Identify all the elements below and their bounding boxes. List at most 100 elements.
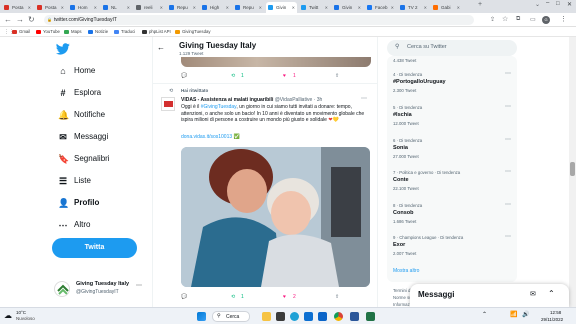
maximize-icon[interactable]: □ [556, 1, 560, 7]
browser-tab[interactable]: Faceb ✕ [365, 2, 396, 13]
close-tab-icon[interactable]: ✕ [160, 2, 163, 13]
forward-icon[interactable]: → [16, 15, 24, 25]
task-view-icon[interactable] [276, 312, 285, 321]
network-icon[interactable]: 📶 [510, 311, 517, 318]
volume-icon[interactable]: 🔊 [522, 311, 529, 318]
reload-icon[interactable]: ↻ [28, 15, 35, 25]
close-tab-icon[interactable]: ✕ [226, 2, 229, 13]
scrollbar-thumb[interactable] [570, 162, 575, 176]
expand-icon[interactable]: ⌃ [548, 289, 555, 298]
taskbar-time[interactable]: 12:58 [550, 310, 561, 315]
close-tab-icon[interactable]: ✕ [94, 2, 97, 13]
show-more-link[interactable]: Mostra altro [393, 268, 419, 274]
browser-tab[interactable]: Givin ✕ [266, 2, 297, 13]
edge-icon[interactable] [290, 312, 299, 321]
excel-icon[interactable] [366, 312, 375, 321]
reply-icon[interactable]: 💬 [181, 294, 187, 300]
trend-more-icon[interactable]: ⋯ [505, 233, 511, 240]
weather-icon[interactable]: ☁ [4, 311, 12, 320]
close-tab-icon[interactable]: ✕ [325, 2, 328, 13]
retweet-icon[interactable]: ⟲ [231, 294, 235, 300]
close-tab-icon[interactable]: ✕ [61, 2, 64, 13]
browser-tab[interactable]: Hom ✕ [68, 2, 99, 13]
trend-title[interactable]: Exor [393, 242, 405, 248]
minimize-icon[interactable]: – [546, 0, 549, 6]
browser-tab[interactable]: reeli ✕ [134, 2, 165, 13]
account-switcher[interactable]: Giving Tuesday Italy @GivingTuesdayIT ⋯ [52, 278, 147, 302]
close-tab-icon[interactable]: ✕ [28, 2, 31, 13]
tweet-handle[interactable]: @VidasPalliative [275, 97, 313, 103]
trend-more-icon[interactable]: ⋯ [505, 168, 511, 175]
browser-tab[interactable]: Givin ✕ [332, 2, 363, 13]
trend-more-icon[interactable]: ⋯ [505, 201, 511, 208]
back-arrow-icon[interactable]: ← [157, 43, 165, 52]
browser-tab[interactable]: NL ✕ [101, 2, 132, 13]
url-field[interactable]: 🔒 twitter.com/GivingTuesdayIT [44, 15, 474, 25]
browser-tab[interactable]: Gabi ✕ [431, 2, 462, 13]
trend-title[interactable]: Conte [393, 177, 409, 183]
share-icon[interactable]: ⇧ [335, 294, 339, 300]
star-icon[interactable]: ☆ [502, 15, 508, 23]
tweet-author[interactable]: VIDAS - Assistenza ai malati inguaribili [181, 97, 273, 103]
browser-tab[interactable]: TV 2 ✕ [398, 2, 429, 13]
file-explorer-icon[interactable] [262, 312, 271, 321]
close-window-icon[interactable]: ✕ [567, 1, 572, 8]
bookmark-item[interactable]: Gmail [12, 27, 30, 37]
taskbar-search[interactable]: ⚲ Cerca [212, 311, 250, 322]
messages-drawer[interactable]: Messaggi ✉ ⌃ [410, 284, 569, 307]
tray-chevron-icon[interactable]: ⌃ [482, 311, 487, 318]
menu-icon[interactable]: ⋮ [560, 15, 567, 23]
vidas-avatar[interactable] [161, 97, 175, 111]
share-icon[interactable]: ⇧ [335, 73, 339, 79]
hashtag-link[interactable]: #GivingTuesday [201, 104, 237, 110]
trend-title[interactable]: Consob [393, 210, 413, 216]
bookmark-item[interactable]: phpList API [142, 27, 171, 37]
tweet-button[interactable]: Twitta [52, 238, 137, 258]
tweet-photo[interactable] [181, 147, 370, 287]
browser-tab[interactable]: Posta ✕ [2, 2, 33, 13]
store-icon[interactable] [304, 312, 313, 321]
footer-terms[interactable]: Termini di [393, 288, 411, 293]
trend-more-icon[interactable]: ⋯ [505, 136, 511, 143]
close-tab-icon[interactable]: ✕ [259, 2, 262, 13]
tweet-time[interactable]: · 3h [314, 97, 323, 103]
trend-more-icon[interactable]: ⋯ [505, 103, 511, 110]
taskbar-date[interactable]: 29/11/2022 [541, 317, 563, 322]
chrome-icon[interactable] [334, 312, 343, 321]
trend-more-icon[interactable]: ⋯ [505, 70, 511, 77]
chevron-down-icon[interactable]: ⌄ [535, 1, 540, 8]
mail-app-icon[interactable] [318, 312, 327, 321]
bookmark-item[interactable]: Maps [64, 27, 82, 37]
browser-tab[interactable]: Repu ✕ [233, 2, 264, 13]
share-icon[interactable]: ⇪ [490, 16, 495, 23]
previous-tweet-image[interactable] [181, 57, 371, 67]
trend-title[interactable]: Sonia [393, 145, 408, 151]
close-tab-icon[interactable]: ✕ [391, 2, 394, 13]
tweet-more-icon[interactable]: ⋯ [361, 95, 367, 102]
close-tab-icon[interactable]: ✕ [358, 2, 361, 13]
browser-tab[interactable]: Posta ✕ [35, 2, 66, 13]
close-tab-icon[interactable]: ✕ [127, 2, 130, 13]
retweet-icon[interactable]: ⟲ [231, 73, 235, 79]
close-tab-icon[interactable]: ✕ [457, 2, 460, 13]
new-message-icon[interactable]: ✉ [530, 290, 536, 298]
bookmark-item[interactable]: GivingTuesday [175, 27, 211, 37]
close-tab-icon[interactable]: ✕ [193, 2, 196, 13]
like-icon[interactable]: ♥ [283, 73, 286, 79]
new-tab-icon[interactable]: + [478, 1, 482, 8]
bookmark-item[interactable]: YouTube [36, 27, 60, 37]
browser-tab[interactable]: Repu ✕ [167, 2, 198, 13]
reply-icon[interactable]: 💬 [181, 73, 187, 79]
extensions-icon[interactable]: ⧉ [516, 16, 520, 23]
bookmark-item[interactable]: Traduci [114, 27, 135, 37]
search-input[interactable]: ⚲ Cerca su Twitter [387, 40, 517, 56]
trend-title[interactable]: #Ischia [393, 112, 412, 118]
like-icon[interactable]: ♥ [283, 294, 286, 300]
scrollbar-track[interactable] [569, 37, 576, 307]
bookmark-item[interactable]: Notizie [88, 27, 108, 37]
browser-tab[interactable]: Twitt ✕ [299, 2, 330, 13]
word-icon[interactable] [350, 312, 359, 321]
profile-avatar-icon[interactable]: G [542, 16, 550, 24]
trend-title[interactable]: #PortogalloUruguay [393, 79, 446, 85]
start-icon[interactable] [197, 312, 206, 321]
